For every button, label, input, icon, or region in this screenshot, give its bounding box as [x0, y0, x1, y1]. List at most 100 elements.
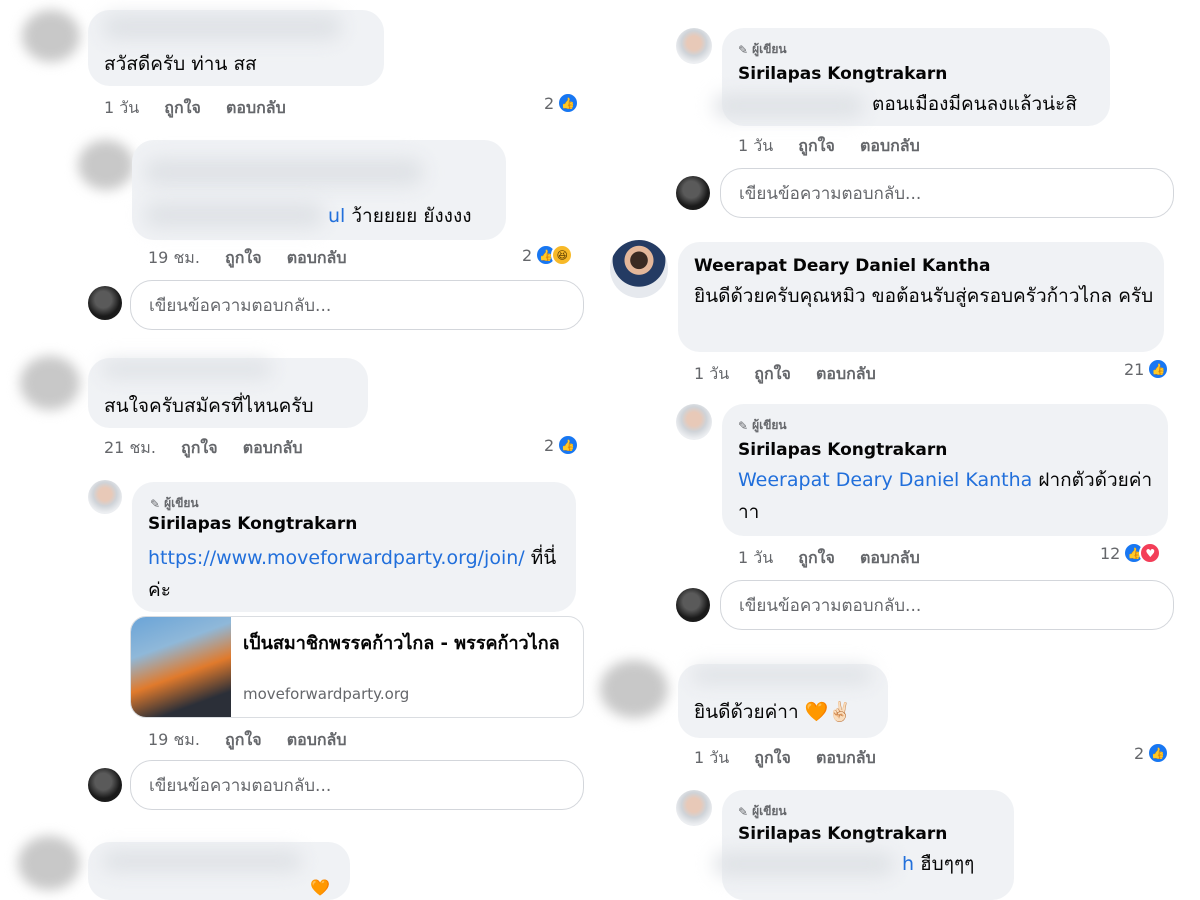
comment-actions: 1 วัน ถูกใจ ตอบกลับ [694, 362, 896, 387]
reply-button[interactable]: ตอบกลับ [816, 364, 876, 383]
reaction-count[interactable]: 2 👍 [544, 92, 580, 114]
reply-bubble: ✎ ผู้เขียน Sirilapas Kongtrakarn ตอนเมือง… [714, 28, 1110, 126]
author-avatar[interactable] [676, 790, 712, 826]
reply-bubble: ✎ ผู้เขียน Sirilapas Kongtrakarn https://… [132, 482, 576, 612]
redacted-name [102, 360, 272, 378]
reply-text: https://www.moveforwardparty.org/join/ ท… [148, 547, 557, 601]
like-reaction-icon: 👍 [557, 434, 580, 456]
comment-time: 1 วัน [694, 364, 730, 383]
reply-actions: 19 ชม. ถูกใจ ตอบกลับ [148, 728, 367, 753]
author-badge: ✎ ผู้เขียน [150, 496, 199, 511]
redacted-name [692, 666, 872, 684]
user-avatar [88, 286, 122, 320]
collage-divider [596, 0, 600, 900]
reply-text: h ฮืบๆๆๆ [902, 853, 975, 875]
author-avatar[interactable] [676, 28, 712, 64]
commenter-name[interactable]: Weerapat Deary Daniel Kantha [694, 256, 990, 276]
reply-text: Weerapat Deary Daniel Kantha ฝากตัวด้วยค… [738, 469, 1153, 523]
reply-bubble: ✎ ผู้เขียน Sirilapas Kongtrakarn Weerapat… [722, 404, 1168, 536]
redacted-name [144, 158, 424, 186]
reply-actions: 1 วัน ถูกใจ ตอบกลับ [738, 134, 940, 159]
like-reaction-icon: 👍 [1147, 742, 1170, 764]
reply-time: 19 ชม. [148, 730, 200, 749]
reply-button[interactable]: ตอบกลับ [287, 730, 347, 749]
user-avatar [676, 588, 710, 622]
reply-button[interactable]: ตอบกลับ [243, 438, 303, 457]
author-avatar[interactable] [676, 404, 712, 440]
comment-text: สวัสดีครับ ท่าน สส [104, 53, 257, 75]
reaction-count[interactable]: 21 👍 [1124, 358, 1170, 380]
reaction-count[interactable]: 12 👍 ♥ [1100, 542, 1162, 564]
reply-button[interactable]: ตอบกลับ [226, 98, 286, 117]
reply-input[interactable]: เขียนข้อความตอบกลับ... [720, 168, 1174, 218]
like-button[interactable]: ถูกใจ [164, 98, 201, 117]
love-reaction-icon: ♥ [1139, 542, 1162, 564]
like-button[interactable]: ถูกใจ [754, 748, 791, 767]
commenter-avatar[interactable] [600, 660, 668, 718]
comment-bubble: ยินดีด้วยค่าา 🧡✌🏻 [678, 664, 888, 738]
commenter-avatar[interactable] [78, 140, 134, 190]
comment-bubble: ul ว้ายยยย ยังงงง [132, 140, 506, 240]
reply-time: 1 วัน [738, 548, 774, 567]
author-badge: ✎ ผู้เขียน [738, 804, 787, 819]
commenter-avatar[interactable] [610, 240, 668, 298]
reaction-count[interactable]: 2 👍 😆 [522, 244, 574, 266]
comment-time: 1 วัน [104, 98, 140, 117]
comment-text: ul ว้ายยยย ยังงงง [328, 205, 472, 227]
comment-bubble: Weerapat Deary Daniel Kantha ยินดีด้วยคร… [678, 242, 1164, 352]
comment-bubble: สวัสดีครับ ท่าน สส [88, 10, 384, 86]
reaction-count[interactable]: 2 👍 [544, 434, 580, 456]
user-avatar [88, 768, 122, 802]
link-preview-card[interactable]: เป็นสมาชิกพรรคก้าวไกล - พรรคก้าวไกล move… [130, 616, 584, 718]
comment-actions: 1 วัน ถูกใจ ตอบกลับ [104, 96, 306, 121]
reply-button[interactable]: ตอบกลับ [287, 248, 347, 267]
redacted-text [714, 94, 864, 118]
reaction-count[interactable]: 2 👍 [1134, 742, 1170, 764]
preview-domain: moveforwardparty.org [243, 685, 410, 703]
heart-emoji: 🧡 [310, 878, 330, 897]
preview-title: เป็นสมาชิกพรรคก้าวไกล - พรรคก้าวไกล [243, 633, 560, 654]
reply-button[interactable]: ตอบกลับ [816, 748, 876, 767]
like-button[interactable]: ถูกใจ [181, 438, 218, 457]
author-avatar[interactable] [88, 480, 122, 514]
reply-bubble: ✎ ผู้เขียน Sirilapas Kongtrakarn h ฮืบๆๆๆ [714, 790, 1014, 900]
comment-text: ยินดีด้วยค่าา 🧡✌🏻 [694, 701, 853, 723]
comment-bubble: สนใจครับสมัครที่ไหนครับ [88, 358, 368, 428]
commenter-avatar[interactable] [18, 836, 80, 890]
reply-button[interactable]: ตอบกลับ [860, 548, 920, 567]
redacted-name [102, 14, 342, 40]
comment-time: 1 วัน [694, 748, 730, 767]
author-badge: ✎ ผู้เขียน [738, 42, 787, 57]
author-name[interactable]: Sirilapas Kongtrakarn [738, 824, 947, 844]
like-button[interactable]: ถูกใจ [225, 730, 262, 749]
pencil-icon: ✎ [738, 804, 749, 819]
reply-input[interactable]: เขียนข้อความตอบกลับ... [720, 580, 1174, 630]
pencil-icon: ✎ [738, 42, 749, 57]
comment-time: 21 ชม. [104, 438, 156, 457]
comment-actions: 1 วัน ถูกใจ ตอบกลับ [694, 746, 896, 771]
commenter-avatar[interactable] [22, 10, 80, 62]
reply-button[interactable]: ตอบกลับ [860, 136, 920, 155]
like-button[interactable]: ถูกใจ [225, 248, 262, 267]
mention-link[interactable]: Weerapat Deary Daniel Kantha [738, 469, 1032, 491]
comment-text: ยินดีด้วยครับคุณหมิว ขอต้อนรับสู่ครอบครั… [694, 285, 1154, 307]
like-button[interactable]: ถูกใจ [754, 364, 791, 383]
comment-time: 19 ชม. [148, 248, 200, 267]
redacted-text [144, 202, 324, 228]
comment-actions: 19 ชม. ถูกใจ ตอบกลับ [148, 246, 367, 271]
reply-input[interactable]: เขียนข้อความตอบกลับ... [130, 280, 584, 330]
commenter-avatar[interactable] [20, 356, 80, 410]
reply-input[interactable]: เขียนข้อความตอบกลับ... [130, 760, 584, 810]
haha-reaction-icon: 😆 [551, 244, 574, 266]
author-name[interactable]: Sirilapas Kongtrakarn [738, 440, 947, 460]
author-name[interactable]: Sirilapas Kongtrakarn [148, 514, 357, 534]
like-button[interactable]: ถูกใจ [798, 136, 835, 155]
mention-link[interactable]: ul [328, 205, 345, 227]
author-name[interactable]: Sirilapas Kongtrakarn [738, 64, 947, 84]
user-avatar [676, 176, 710, 210]
mention-link[interactable]: h [902, 853, 914, 875]
like-button[interactable]: ถูกใจ [798, 548, 835, 567]
author-badge: ✎ ผู้เขียน [738, 418, 787, 433]
like-reaction-icon: 👍 [1147, 358, 1170, 380]
join-link[interactable]: https://www.moveforwardparty.org/join/ [148, 547, 525, 569]
